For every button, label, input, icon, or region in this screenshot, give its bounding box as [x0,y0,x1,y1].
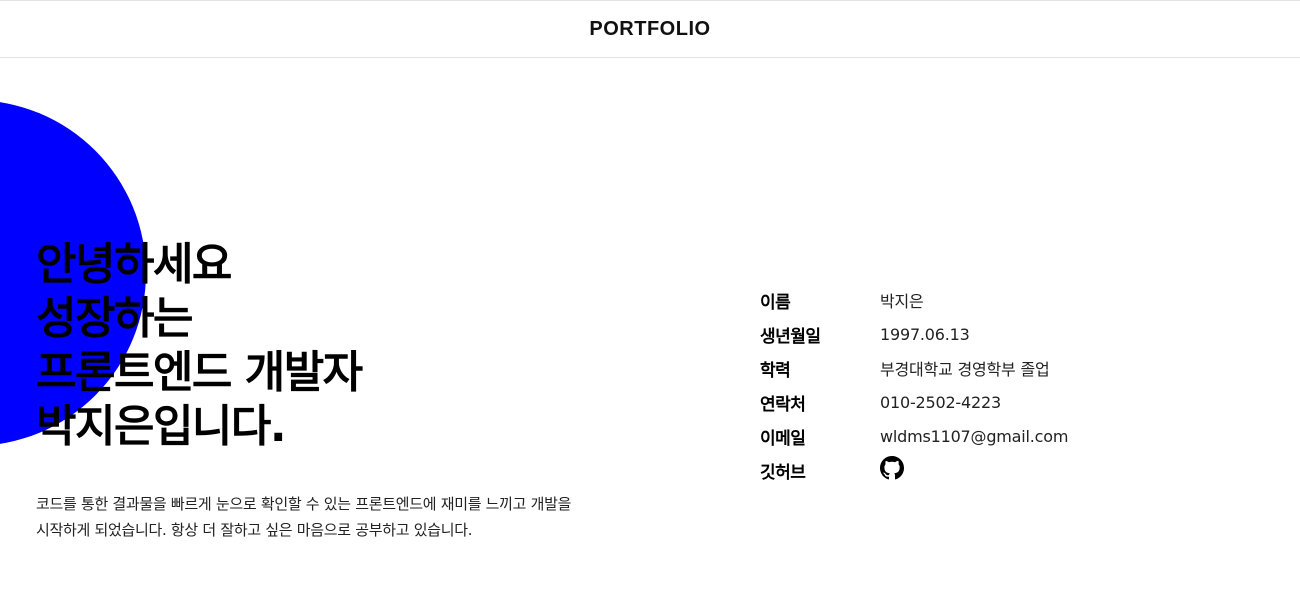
top-header: PORTFOLIO [0,0,1300,58]
info-label: 연락처 [760,394,806,415]
info-label: 깃허브 [760,462,806,483]
site-title[interactable]: PORTFOLIO [589,18,710,41]
info-row-email: 이메일 wldms1107@gmail.com [760,419,1068,453]
greeting-line: 프론트엔드 개발자 [36,347,363,398]
info-row-birthdate: 생년월일 1997.06.13 [760,317,1068,351]
profile-info: 이름 박지은 생년월일 1997.06.13 학력 부경대학교 경영학부 졸업 … [760,283,1068,487]
info-label: 이름 [760,292,791,313]
info-value-name: 박지은 [880,292,924,311]
info-value-education: 부경대학교 경영학부 졸업 [880,360,1050,379]
info-label: 생년월일 [760,326,821,347]
greeting-line: 성장하는 [36,293,193,344]
info-label: 이메일 [760,428,806,449]
info-row-education: 학력 부경대학교 경영학부 졸업 [760,351,1068,385]
info-row-contact: 연락처 010-2502-4223 [760,385,1068,419]
info-label: 학력 [760,360,791,381]
info-value-birthdate: 1997.06.13 [880,324,970,344]
intro-line: 코드를 통한 결과물을 빠르게 눈으로 확인할 수 있는 프론트엔드에 재미를 … [36,495,572,513]
github-link[interactable] [880,456,904,480]
info-row-github: 깃허브 [760,453,1068,487]
info-row-name: 이름 박지은 [760,283,1068,317]
intro-paragraph: 코드를 통한 결과물을 빠르게 눈으로 확인할 수 있는 프론트엔드에 재미를 … [36,491,676,543]
intro-line: 시작하게 되었습니다. 항상 더 잘하고 싶은 마음으로 공부하고 있습니다. [36,521,473,539]
greeting-line: 박지은입니다. [36,401,287,452]
greeting-line: 안녕하세요 [36,239,232,290]
github-icon [880,456,904,480]
hero-greeting: 안녕하세요 성장하는 프론트엔드 개발자 박지은입니다. [36,238,363,454]
portfolio-page: PORTFOLIO 안녕하세요 성장하는 프론트엔드 개발자 박지은입니다. 코… [0,0,1300,600]
info-value-phone: 010-2502-4223 [880,392,1001,412]
github-value [880,456,904,484]
info-value-email: wldms1107@gmail.com [880,426,1069,446]
